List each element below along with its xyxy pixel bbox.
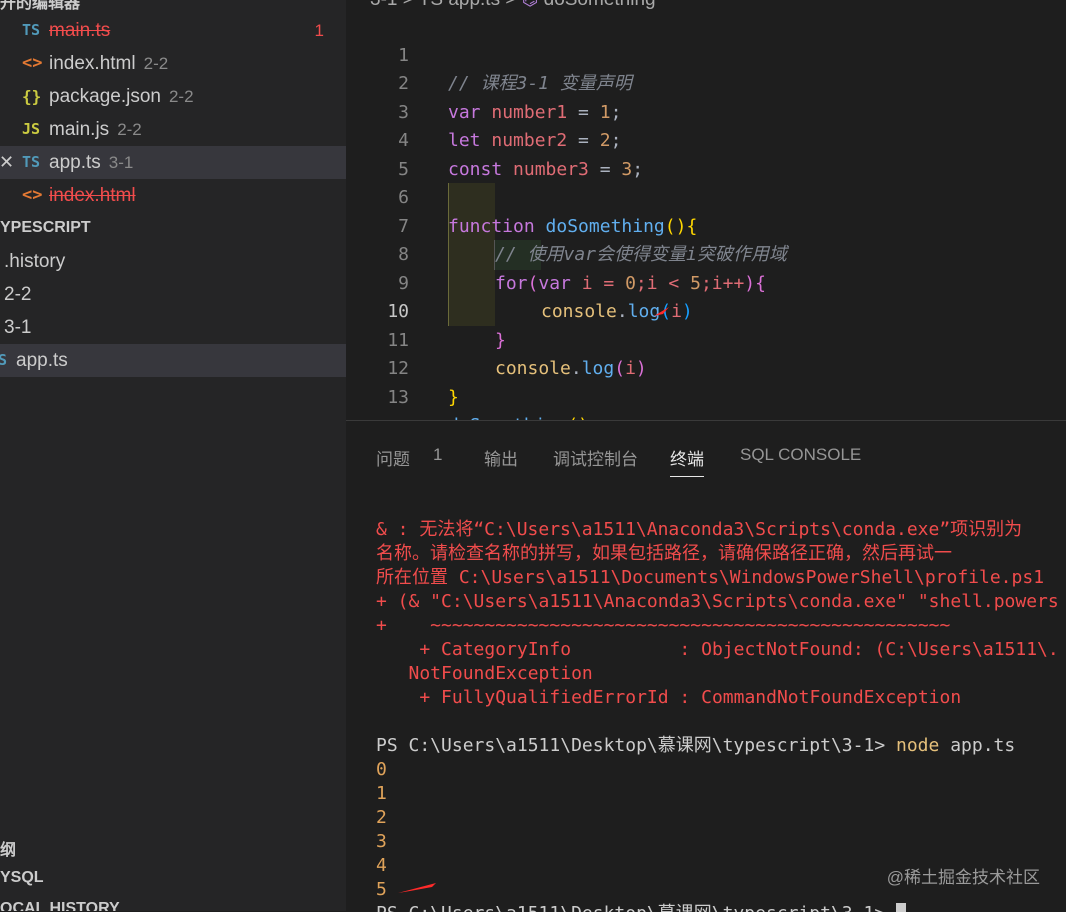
breadcrumb-symbol[interactable]: doSomething bbox=[544, 0, 656, 10]
open-editor-label: main.ts bbox=[49, 20, 111, 41]
code-line: 7 // 使用var会使得变量i突破作用域 bbox=[346, 184, 1066, 266]
open-editor-package-json[interactable]: {} package.json 2-2 bbox=[0, 80, 346, 113]
tab-debug-console[interactable]: 调试控制台 bbox=[553, 445, 638, 470]
terminal-output-line: 5 bbox=[376, 879, 387, 900]
open-editor-label: app.ts bbox=[49, 152, 101, 173]
terminal-line: + CategoryInfo : ObjectNotFound: (C:\Use… bbox=[376, 639, 1059, 660]
tree-item-label: app.ts bbox=[16, 350, 68, 371]
open-editor-app-ts[interactable]: ✕ TS app.ts 3-1 bbox=[0, 146, 346, 179]
code-line: 12 } bbox=[346, 327, 1066, 408]
terminal-output-line: 4 bbox=[376, 855, 387, 876]
open-editor-label: index.html bbox=[49, 185, 136, 206]
code-line: 13 doSomething(); bbox=[346, 355, 1066, 421]
open-editor-main-ts[interactable]: TS main.ts 1 bbox=[0, 14, 346, 47]
code-line: 2 var number1 = 1; bbox=[346, 42, 1066, 123]
terminal-command-arg: app.ts bbox=[939, 735, 1016, 756]
open-editors-header[interactable]: 开的编辑器 bbox=[0, 0, 80, 13]
terminal-line: NotFoundException bbox=[376, 663, 593, 684]
tab-sql-console[interactable]: SQL CONSOLE bbox=[740, 445, 861, 465]
json-file-icon: {} bbox=[22, 87, 42, 106]
terminal-line: + (& "C:\Users\a1511\Anaconda3\Scripts\c… bbox=[376, 591, 1059, 612]
tab-terminal[interactable]: 终端 bbox=[670, 445, 704, 477]
open-editor-label: main.js bbox=[49, 119, 110, 140]
terminal-prompt: PS C:\Users\a1511\Desktop\慕课网\typescript… bbox=[376, 735, 896, 756]
tab-output[interactable]: 输出 bbox=[484, 445, 518, 470]
open-editor-index-html[interactable]: <> index.html 2-2 bbox=[0, 47, 346, 80]
tree-item-label: 2-2 bbox=[4, 284, 32, 305]
typescript-file-icon: TS bbox=[22, 153, 41, 171]
tree-item-app-ts[interactable]: S app.ts bbox=[0, 344, 346, 377]
outline-section-header[interactable]: 纲 bbox=[0, 836, 16, 860]
javascript-file-icon: JS bbox=[22, 120, 41, 138]
line-number: 13 bbox=[387, 386, 409, 408]
code-line: 6 function doSomething(){ bbox=[346, 156, 1066, 237]
open-editor-index-html-deleted[interactable]: <> index.html bbox=[0, 179, 346, 212]
terminal-output-line: 0 bbox=[376, 759, 387, 780]
open-editor-label: package.json bbox=[49, 86, 161, 107]
bracket: } bbox=[448, 386, 459, 408]
tab-problems[interactable]: 问题 bbox=[376, 445, 410, 470]
open-editor-main-js[interactable]: JS main.js 2-2 bbox=[0, 113, 346, 146]
code-line: 1 // 课程3-1 变量声明 bbox=[346, 13, 1066, 95]
code-line: 3 let number2 = 2; bbox=[346, 70, 1066, 152]
html-file-icon: <> bbox=[22, 53, 43, 73]
red-arrow-annotation bbox=[398, 883, 436, 893]
open-editor-label: index.html bbox=[49, 53, 136, 74]
terminal-line: & : 无法将“C:\Users\a1511\Anaconda3\Scripts… bbox=[376, 519, 1023, 540]
tree-item-label: 3-1 bbox=[4, 317, 32, 338]
breadcrumb-path[interactable]: 3-1 > TS app.ts > bbox=[370, 0, 516, 10]
mysql-section-header[interactable]: YSQL bbox=[0, 869, 44, 887]
watermark: @稀土掘金技术社区 bbox=[886, 868, 1040, 887]
terminal-line: 名称。请检查名称的拼写，如果包括路径，请确保路径正确，然后再试一 bbox=[376, 543, 952, 564]
tree-item-history[interactable]: .history bbox=[0, 245, 346, 278]
terminal-command: node bbox=[896, 735, 940, 756]
code-line: 11 console.log(i) bbox=[346, 298, 1066, 380]
code-line: 8 for(var i = 0;i < 5;i++){ bbox=[346, 213, 1066, 294]
open-editor-folder: 3-1 bbox=[108, 153, 134, 172]
code-line: 4 const number3 = 3; bbox=[346, 99, 1066, 180]
terminal-line: 所在位置 C:\Users\a1511\Documents\WindowsPow… bbox=[376, 567, 1045, 588]
error-count-badge: 1 bbox=[314, 21, 324, 40]
code-editor[interactable]: 3-1 > TS app.ts > ⌬ doSomething 1 // 课程3… bbox=[346, 0, 1066, 420]
code-line-current: 10 } bbox=[346, 270, 1066, 351]
terminal-output-line: 2 bbox=[376, 807, 387, 828]
code-line: 5 bbox=[346, 127, 1066, 180]
problems-count-badge: 1 bbox=[433, 445, 443, 464]
code-line: 9 console.log(i) bbox=[346, 241, 1066, 323]
symbol-method-icon: ⌬ bbox=[522, 0, 539, 10]
open-editor-folder: 2-2 bbox=[117, 120, 142, 139]
local-history-section-header[interactable]: OCAL HISTORY bbox=[0, 900, 120, 911]
explorer-sidebar: 开的编辑器 TS main.ts 1 <> index.html 2-2 {} p… bbox=[0, 0, 346, 911]
typescript-file-icon: TS bbox=[22, 21, 41, 39]
bottom-panel: 问题 1 输出 调试控制台 终端 SQL CONSOLE & : 无法将“C:\… bbox=[346, 420, 1066, 912]
breadcrumb: 3-1 > TS app.ts > ⌬ doSomething bbox=[370, 0, 656, 11]
workspace-section-header[interactable]: YPESCRIPT bbox=[0, 219, 91, 237]
terminal-line: + ~~~~~~~~~~~~~~~~~~~~~~~~~~~~~~~~~~~~~~… bbox=[376, 615, 951, 636]
tree-item-label: .history bbox=[4, 251, 66, 272]
red-arrow-annotation bbox=[654, 307, 669, 316]
terminal-output-line: 1 bbox=[376, 783, 387, 804]
open-editor-folder: 2-2 bbox=[143, 54, 169, 73]
open-editor-folder: 2-2 bbox=[168, 87, 194, 106]
terminal-line: + FullyQualifiedErrorId : CommandNotFoun… bbox=[376, 687, 962, 708]
tree-item-2-2[interactable]: 2-2 bbox=[0, 278, 346, 311]
terminal-prompt-line: PS C:\Users\a1511\Desktop\慕课网\typescript… bbox=[376, 734, 1015, 758]
tree-item-3-1[interactable]: 3-1 bbox=[0, 311, 346, 344]
terminal-output-line: 3 bbox=[376, 831, 387, 852]
html-file-icon: <> bbox=[22, 185, 43, 205]
close-icon[interactable]: ✕ bbox=[0, 146, 14, 179]
typescript-file-icon: S bbox=[0, 351, 8, 369]
